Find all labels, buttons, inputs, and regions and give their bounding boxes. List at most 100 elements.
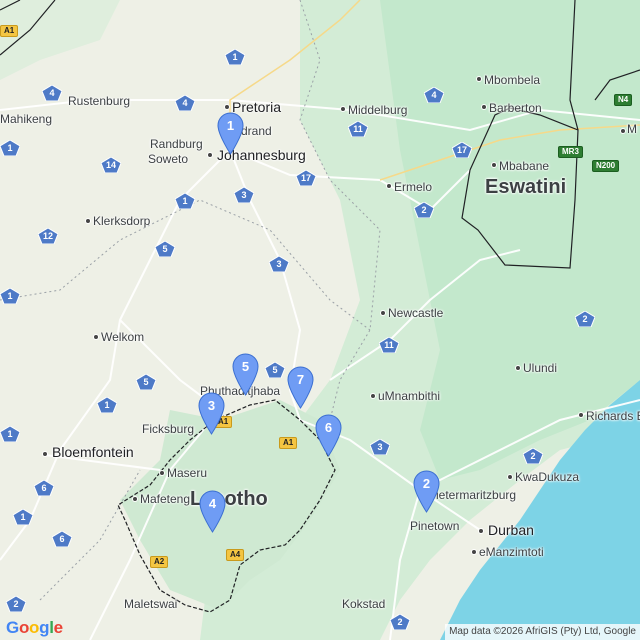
route-shield: 6	[34, 480, 54, 496]
route-shield-number: 1	[104, 400, 110, 410]
map-marker-1[interactable]: 1	[217, 112, 244, 155]
route-shield: 4	[42, 85, 62, 101]
city-label-soweto[interactable]: Soweto	[148, 152, 188, 166]
city-label-ficksburg[interactable]: Ficksburg	[142, 422, 194, 436]
route-shield: 1	[97, 397, 117, 413]
city-label-mbabane[interactable]: Mbabane	[499, 159, 549, 173]
city-label-ulundi[interactable]: Ulundi	[523, 361, 557, 375]
city-label-rustenburg[interactable]: Rustenburg	[68, 94, 130, 108]
city-dot-m-edge	[620, 128, 626, 134]
map-canvas[interactable]: Pretoria Johannesburg Randburg Soweto dr…	[0, 0, 640, 640]
city-dot-welkom	[93, 334, 99, 340]
route-shield: 14	[101, 157, 121, 173]
marker-label: 3	[207, 398, 216, 413]
city-dot-ulundi	[515, 365, 521, 371]
city-label-mafeteng[interactable]: Mafeteng	[140, 492, 190, 506]
route-shield: 2	[523, 448, 543, 464]
city-dot-bloemfontein	[42, 451, 48, 457]
city-label-newcastle[interactable]: Newcastle	[388, 306, 443, 320]
route-shield: 4	[424, 87, 444, 103]
city-dot-newcastle	[380, 310, 386, 316]
city-label-mahikeng[interactable]: Mahikeng	[0, 112, 52, 126]
city-dot-maseru	[159, 470, 165, 476]
city-dot-umnambithi	[370, 393, 376, 399]
city-label-emanzimtoti[interactable]: eManzimtoti	[479, 545, 544, 559]
route-shield-number: 5	[162, 244, 168, 254]
route-shield-number: 2	[421, 205, 427, 215]
map-marker-3[interactable]: 3	[198, 392, 225, 435]
road-shield-n4: N4	[614, 94, 633, 106]
city-label-maseru[interactable]: Maseru	[167, 466, 207, 480]
city-label-kwadukuza[interactable]: KwaDukuza	[515, 470, 579, 484]
map-marker-7[interactable]: 7	[287, 366, 314, 409]
route-shield-number: 11	[353, 124, 363, 134]
google-logo: Google	[6, 618, 63, 638]
city-label-klerksdorp[interactable]: Klerksdorp	[93, 214, 150, 228]
route-shield-number: 4	[182, 98, 188, 108]
marker-label: 5	[241, 359, 250, 374]
city-label-kokstad[interactable]: Kokstad	[342, 597, 385, 611]
route-shield: 1	[175, 193, 195, 209]
route-shield-number: 1	[232, 52, 238, 62]
city-label-pietermaritzburg[interactable]: Pietermaritzburg	[428, 488, 516, 502]
city-dot-mafeteng	[132, 496, 138, 502]
road-shield-a1-lesotho: A1	[279, 437, 298, 449]
city-label-maletswai[interactable]: Maletswai	[124, 597, 177, 611]
route-shield-number: 2	[530, 451, 536, 461]
marker-label: 2	[422, 476, 431, 491]
city-label-mbombela[interactable]: Mbombela	[484, 73, 540, 87]
city-label-randburg[interactable]: Randburg	[150, 137, 203, 151]
map-marker-4[interactable]: 4	[199, 490, 226, 533]
city-dot-pretoria	[224, 104, 230, 110]
city-label-welkom[interactable]: Welkom	[101, 330, 144, 344]
route-shield: 11	[379, 337, 399, 353]
route-shield: 2	[575, 311, 595, 327]
city-dot-klerksdorp	[85, 218, 91, 224]
route-shield-number: 2	[582, 314, 588, 324]
marker-label: 1	[226, 118, 235, 133]
route-shield-number: 17	[300, 173, 311, 183]
route-shield-number: 6	[59, 534, 65, 544]
city-label-durban[interactable]: Durban	[488, 523, 534, 537]
route-shield: 1	[0, 288, 20, 304]
city-label-ermelo[interactable]: Ermelo	[394, 180, 432, 194]
route-shield-number: 1	[20, 512, 26, 522]
city-label-richards-bay[interactable]: Richards Ba	[586, 409, 640, 423]
route-shield: 1	[0, 140, 20, 156]
city-label-m-edge[interactable]: M	[627, 122, 637, 136]
route-shield-number: 1	[7, 143, 13, 153]
city-label-umnambithi[interactable]: uMnambithi	[378, 389, 440, 403]
map-marker-5[interactable]: 5	[232, 353, 259, 396]
route-shield: 1	[0, 426, 20, 442]
route-shield: 12	[38, 228, 58, 244]
city-label-middelburg[interactable]: Middelburg	[348, 103, 407, 117]
city-dot-kwadukuza	[507, 474, 513, 480]
route-shield: 1	[225, 49, 245, 65]
city-label-pinetown[interactable]: Pinetown	[410, 519, 459, 533]
marker-label: 4	[208, 496, 217, 511]
country-label-eswatini[interactable]: Eswatini	[485, 177, 566, 197]
google-logo-text: Google	[6, 618, 63, 637]
road-shield-a4: A4	[226, 549, 245, 561]
route-shield-number: 11	[384, 340, 394, 350]
city-label-barberton[interactable]: Barberton	[489, 101, 542, 115]
marker-label: 6	[324, 420, 333, 435]
route-shield-number: 3	[276, 259, 282, 269]
city-label-sandton[interactable]: drand	[241, 124, 272, 138]
marker-label: 7	[296, 372, 305, 387]
map-marker-2[interactable]: 2	[413, 470, 440, 513]
map-marker-6[interactable]: 6	[315, 414, 342, 457]
city-dot-durban	[478, 528, 484, 534]
route-shield-number: 5	[143, 377, 149, 387]
route-shield-number: 4	[431, 90, 437, 100]
route-shield: 1	[13, 509, 33, 525]
route-shield: 5	[265, 362, 285, 378]
road-shield-mr3: MR3	[558, 146, 583, 158]
route-shield: 3	[234, 187, 254, 203]
route-shield: 17	[452, 142, 472, 158]
route-shield: 6	[52, 531, 72, 547]
city-label-bloemfontein[interactable]: Bloemfontein	[52, 445, 134, 459]
map-attribution[interactable]: Map data ©2026 AfriGIS (Pty) Ltd, Google	[445, 624, 640, 640]
route-shield: 4	[175, 95, 195, 111]
city-dot-barberton	[481, 104, 487, 110]
